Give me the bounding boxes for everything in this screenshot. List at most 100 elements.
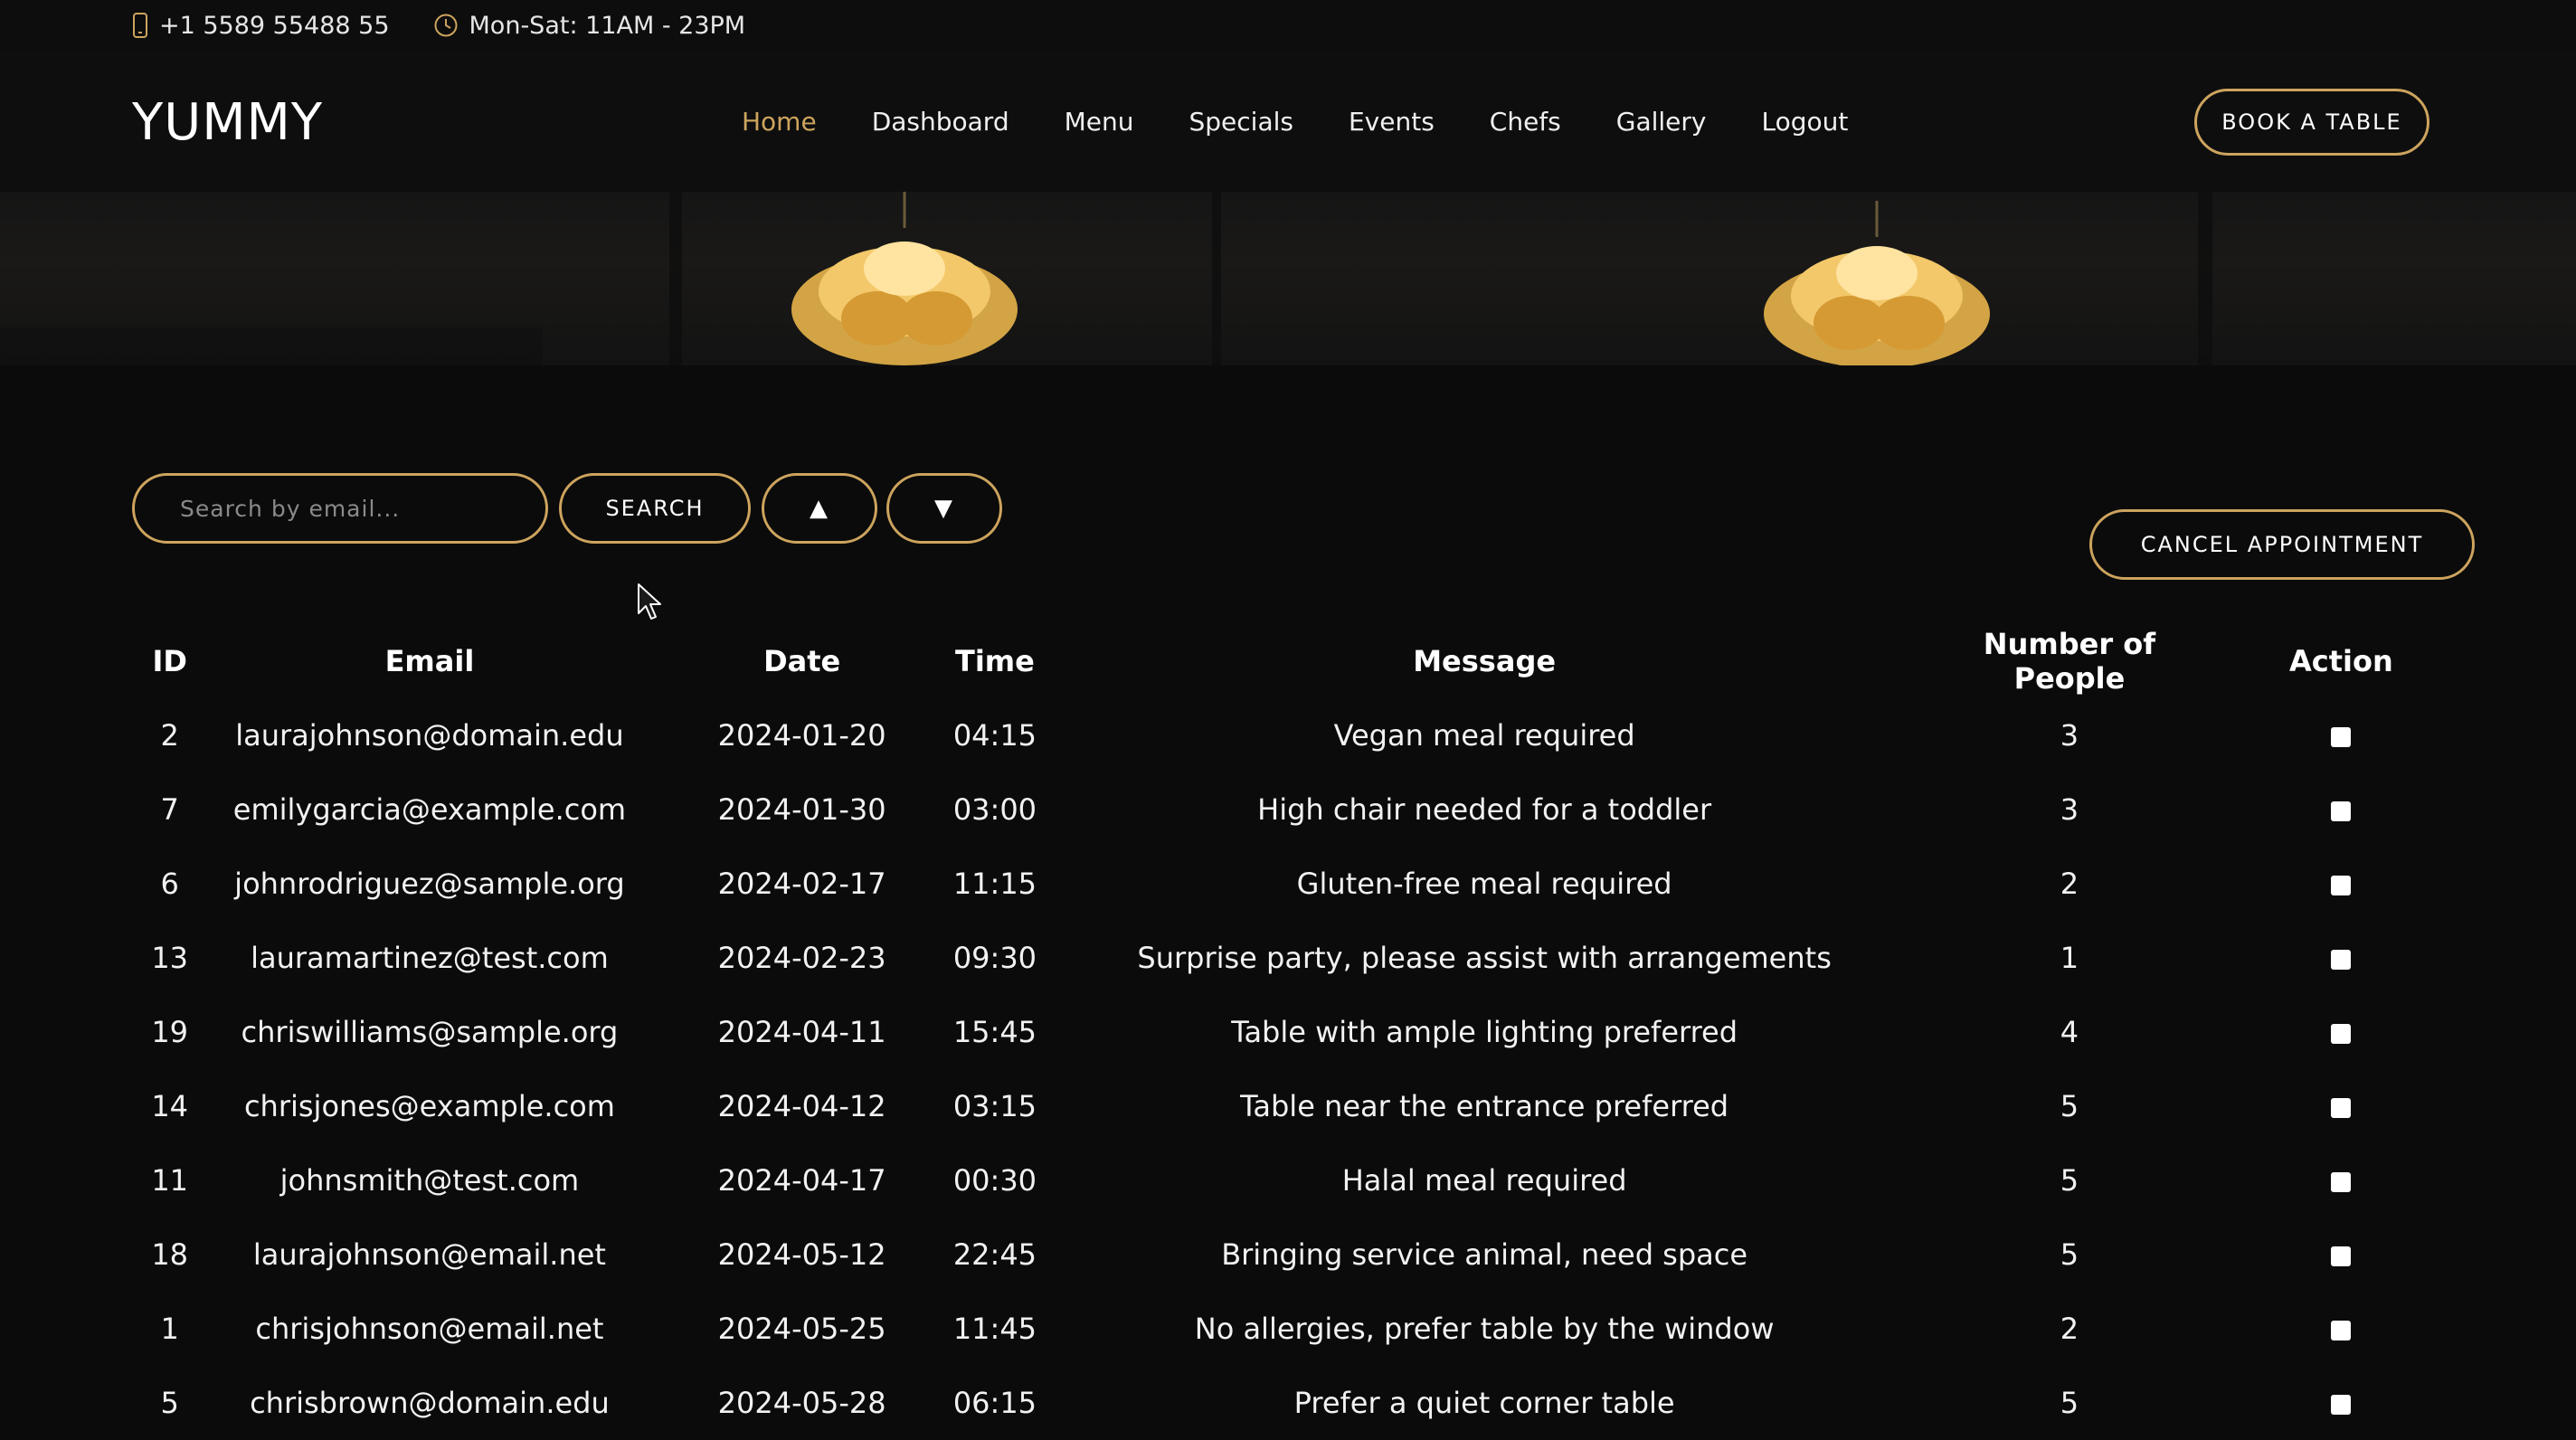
cell-date: 2024-01-20 <box>717 718 886 753</box>
cell-id: 2 <box>160 718 179 753</box>
cell-people: 5 <box>2060 1386 2079 1420</box>
column-header-time[interactable]: Time <box>952 624 1037 698</box>
nav-events[interactable]: Events <box>1349 107 1435 137</box>
book-a-table-button[interactable]: BOOK A TABLE <box>2194 89 2429 156</box>
select-checkbox[interactable] <box>2331 950 2352 970</box>
select-checkbox[interactable] <box>2331 801 2352 821</box>
cell-time: 11:45 <box>952 1312 1037 1346</box>
cell-action <box>2208 921 2475 995</box>
cell-people: 2 <box>2060 867 2079 901</box>
site-logo[interactable]: YUMMY <box>132 93 323 152</box>
sort-descending-button[interactable]: ▼ <box>886 473 1002 544</box>
cancel-appointment-button[interactable]: CANCEL APPOINTMENT <box>2089 509 2475 580</box>
phone-number: +1 5589 55488 55 <box>159 11 390 40</box>
cell-email: chrisjohnson@email.net <box>255 1312 604 1346</box>
nav-gallery[interactable]: Gallery <box>1616 107 1707 137</box>
reservations-table: ID Email Date Time Message Number of Peo… <box>132 624 2475 1440</box>
cell-people: 5 <box>2060 1163 2079 1198</box>
cell-email: chriswilliams@sample.org <box>241 1015 619 1049</box>
cell-people: 2 <box>2060 1312 2079 1346</box>
cell-time: 03:00 <box>952 792 1037 827</box>
cell-id: 7 <box>160 792 179 827</box>
table-row: 14 chrisjones@example.com 2024-04-12 03:… <box>132 1069 2475 1143</box>
phone-info: +1 5589 55488 55 <box>132 12 390 40</box>
sort-ascending-button[interactable]: ▲ <box>762 473 877 544</box>
site-header: YUMMY Home Dashboard Menu Specials Event… <box>0 51 2576 193</box>
main-nav: Home Dashboard Menu Specials Events Chef… <box>742 51 1903 192</box>
column-header-date[interactable]: Date <box>652 624 952 698</box>
nav-menu[interactable]: Menu <box>1065 107 1134 137</box>
hours-info: Mon-Sat: 11AM - 23PM <box>433 11 746 40</box>
select-checkbox[interactable] <box>2331 1246 2352 1266</box>
cell-id: 6 <box>160 867 179 901</box>
column-header-email[interactable]: Email <box>207 624 651 698</box>
cell-time: 03:15 <box>952 1089 1037 1123</box>
cell-date: 2024-04-11 <box>717 1015 886 1049</box>
column-header-action[interactable]: Action <box>2208 624 2475 698</box>
cell-time: 15:45 <box>952 1015 1037 1049</box>
cell-action <box>2208 847 2475 921</box>
cell-message: No allergies, prefer table by the window <box>1194 1312 1775 1346</box>
cell-action <box>2208 772 2475 847</box>
opening-hours: Mon-Sat: 11AM - 23PM <box>469 11 746 40</box>
cell-email: chrisbrown@domain.edu <box>250 1386 610 1420</box>
nav-dashboard[interactable]: Dashboard <box>872 107 1009 137</box>
cell-email: laurajohnson@domain.edu <box>235 718 624 753</box>
column-header-message[interactable]: Message <box>1037 624 1931 698</box>
cell-id: 11 <box>151 1163 189 1198</box>
cell-action <box>2208 995 2475 1069</box>
table-header-row: ID Email Date Time Message Number of Peo… <box>132 624 2475 698</box>
select-checkbox[interactable] <box>2331 1321 2352 1341</box>
cell-email: laurajohnson@email.net <box>252 1237 606 1272</box>
cell-id: 18 <box>151 1237 189 1272</box>
cell-people: 5 <box>2060 1237 2079 1272</box>
cell-people: 4 <box>2060 1015 2079 1049</box>
nav-specials[interactable]: Specials <box>1189 107 1293 137</box>
nav-chefs[interactable]: Chefs <box>1490 107 1561 137</box>
select-checkbox[interactable] <box>2331 727 2352 747</box>
cell-id: 1 <box>160 1312 179 1346</box>
email-search-input[interactable] <box>132 473 548 544</box>
cell-message: Prefer a quiet corner table <box>1293 1386 1675 1420</box>
table-row: 1 chrisjohnson@email.net 2024-05-25 11:4… <box>132 1292 2475 1366</box>
table-row: 2 laurajohnson@domain.edu 2024-01-20 04:… <box>132 698 2475 772</box>
column-header-people[interactable]: Number of People <box>1931 624 2208 698</box>
cell-time: 11:15 <box>952 867 1037 901</box>
cell-message: High chair needed for a toddler <box>1257 792 1712 827</box>
cell-time: 22:45 <box>952 1237 1037 1272</box>
column-header-id[interactable]: ID <box>132 624 207 698</box>
cell-id: 14 <box>151 1089 189 1123</box>
cell-time: 00:30 <box>952 1163 1037 1198</box>
table-row: 7 emilygarcia@example.com 2024-01-30 03:… <box>132 772 2475 847</box>
cell-id: 5 <box>160 1386 179 1420</box>
cell-action <box>2208 1366 2475 1440</box>
cell-email: johnsmith@test.com <box>279 1163 580 1198</box>
cell-action <box>2208 1143 2475 1217</box>
cell-date: 2024-02-17 <box>717 867 886 901</box>
cell-date: 2024-04-12 <box>717 1089 886 1123</box>
cell-message: Vegan meal required <box>1333 718 1635 753</box>
select-checkbox[interactable] <box>2331 1395 2352 1415</box>
cell-message: Surprise party, please assist with arran… <box>1137 941 1832 975</box>
cell-id: 13 <box>151 941 189 975</box>
cell-time: 04:15 <box>952 718 1037 753</box>
select-checkbox[interactable] <box>2331 1024 2352 1044</box>
clock-icon <box>434 14 458 37</box>
nav-home[interactable]: Home <box>742 107 817 137</box>
cell-action <box>2208 1292 2475 1366</box>
cell-message: Bringing service animal, need space <box>1221 1237 1748 1272</box>
table-row: 18 laurajohnson@email.net 2024-05-12 22:… <box>132 1217 2475 1292</box>
search-button[interactable]: SEARCH <box>559 473 751 544</box>
cell-date: 2024-02-23 <box>717 941 886 975</box>
select-checkbox[interactable] <box>2331 876 2352 895</box>
cell-action <box>2208 698 2475 772</box>
cell-message: Table near the entrance preferred <box>1240 1089 1729 1123</box>
table-row: 6 johnrodriguez@sample.org 2024-02-17 11… <box>132 847 2475 921</box>
phone-icon <box>133 13 147 38</box>
nav-logout[interactable]: Logout <box>1762 107 1849 137</box>
select-checkbox[interactable] <box>2331 1098 2352 1118</box>
top-info-bar: +1 5589 55488 55 Mon-Sat: 11AM - 23PM <box>0 0 2576 51</box>
select-checkbox[interactable] <box>2331 1172 2352 1192</box>
cell-date: 2024-05-25 <box>717 1312 886 1346</box>
cell-email: emilygarcia@example.com <box>232 792 627 827</box>
